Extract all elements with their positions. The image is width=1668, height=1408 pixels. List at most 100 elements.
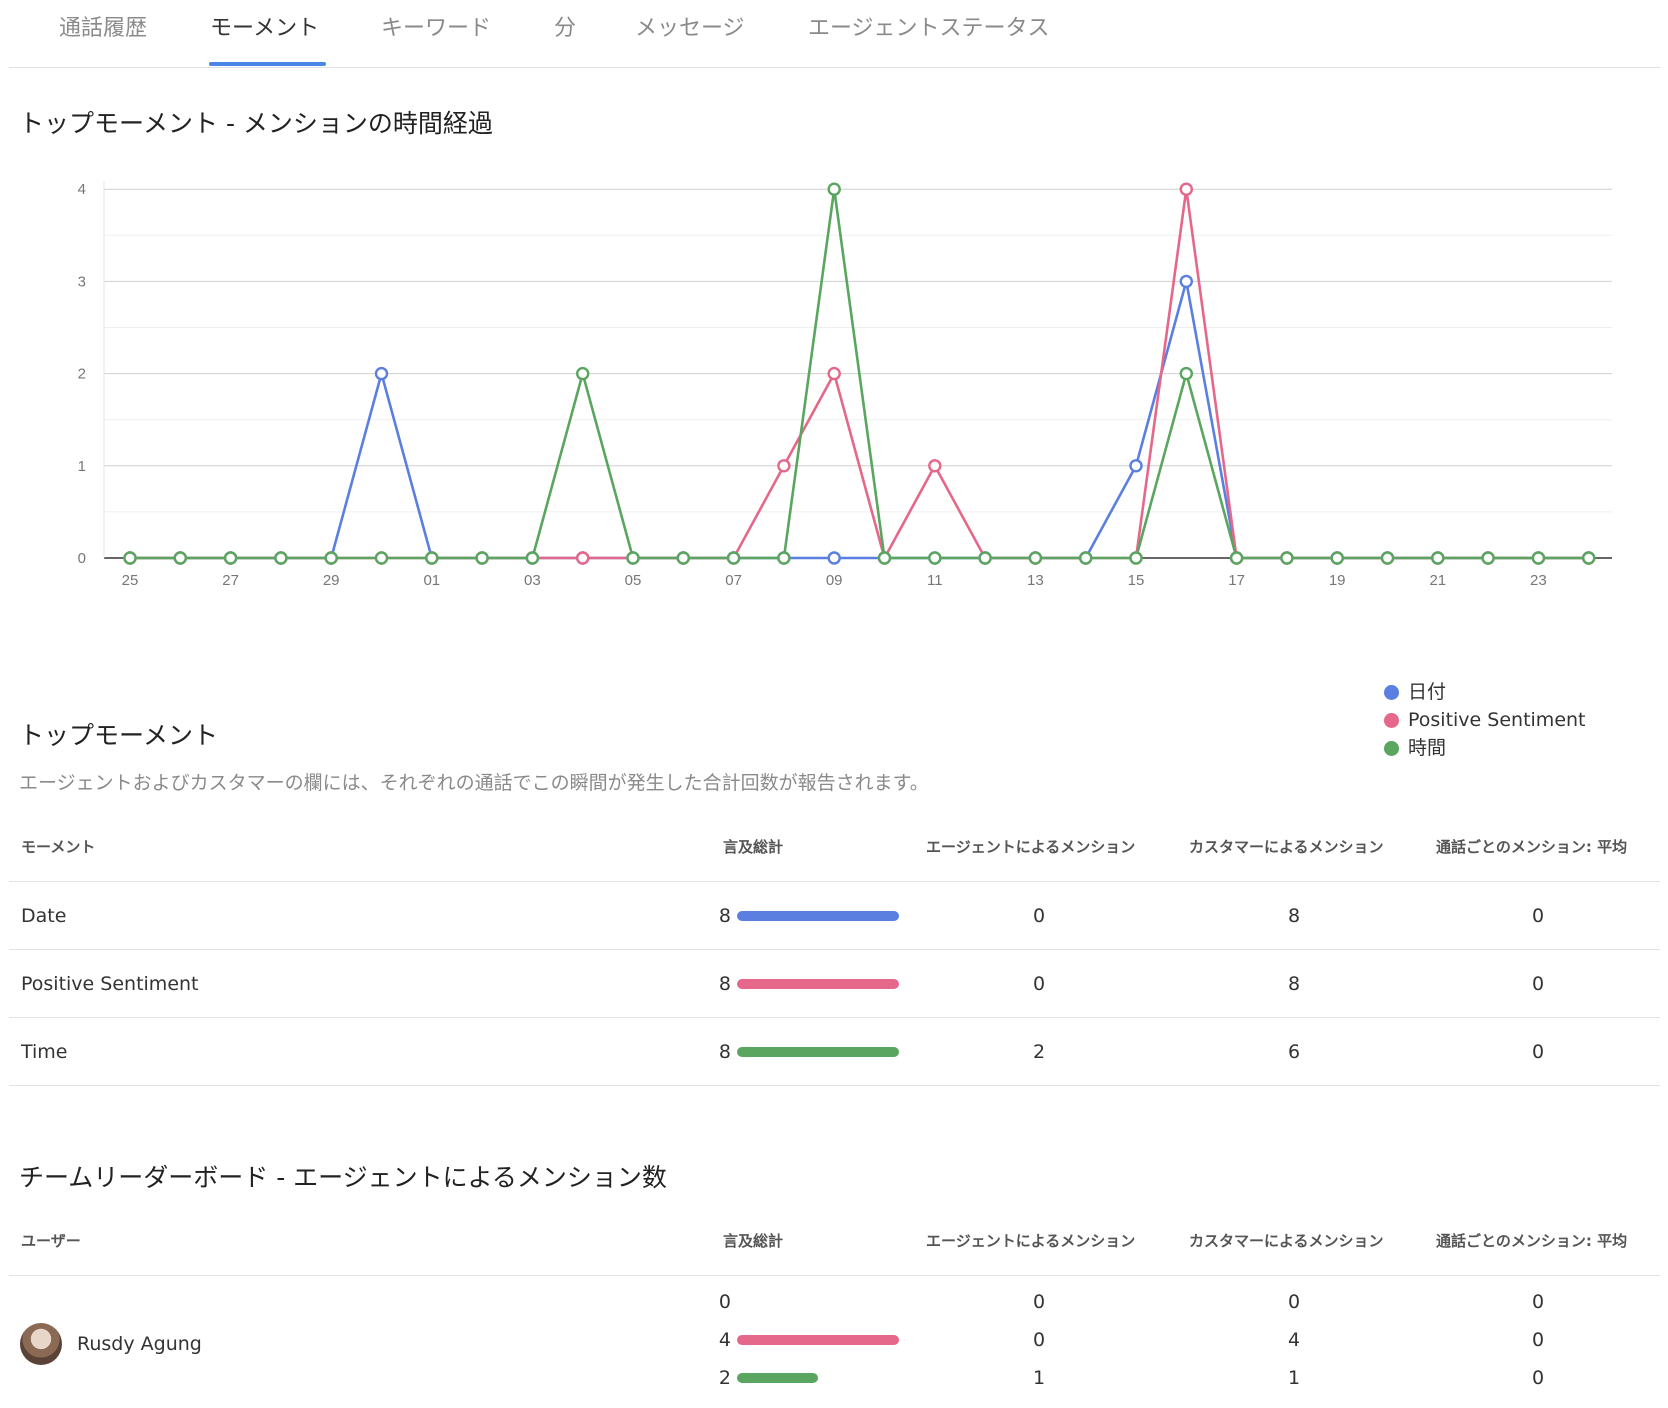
leaderboard-stat-row: 0 0 0 0: [9, 1283, 1660, 1321]
legend-label: Positive Sentiment: [1408, 709, 1586, 731]
data-point: [777, 551, 791, 565]
tab-bar: 通話履歴 モーメント キーワード 分 メッセージ エージェントステータス: [9, 0, 1660, 68]
data-point: [223, 551, 238, 565]
data-point: [726, 551, 741, 565]
total-mentions-bar: [737, 911, 899, 921]
data-point: [525, 551, 540, 565]
moment-name: Date: [21, 905, 67, 927]
avg-mentions: 0: [1531, 1041, 1545, 1063]
total-mentions: 8: [718, 905, 731, 927]
data-point: [1280, 551, 1294, 565]
x-tick-label: 05: [625, 572, 642, 589]
moments-table: モーメント 言及総計 エージェントによるメンション カスタマーによるメンション …: [9, 812, 1660, 1086]
total-mentions: 8: [718, 1041, 731, 1063]
x-tick-label: 19: [1329, 572, 1346, 589]
tab-call-history[interactable]: 通話履歴: [59, 10, 147, 42]
leaderboard-stat-row: 4 0 4 0: [9, 1321, 1660, 1359]
total-mentions: 2: [718, 1367, 731, 1389]
avg-mentions: 0: [1531, 973, 1545, 995]
data-point: [877, 551, 892, 565]
customer-mentions: 1: [1287, 1367, 1301, 1389]
data-point: [173, 551, 188, 565]
leaderboard-row[interactable]: Rusdy Agung 0 0 0 0 4 0 4 0 2 1 1 0: [9, 1276, 1660, 1408]
header-moment[interactable]: モーメント: [21, 812, 95, 882]
leaderboard-table: ユーザー 言及総計 エージェントによるメンション カスタマーによるメンション 通…: [9, 1206, 1660, 1408]
moments-subtitle: エージェントおよびカスタマーの欄には、それぞれの通話でこの瞬間が発生した合計回数…: [19, 772, 929, 794]
tab-minutes[interactable]: 分: [554, 10, 576, 42]
total-mentions-bar: [737, 1373, 818, 1383]
moment-name: Time: [21, 1041, 68, 1063]
y-tick-label: 4: [78, 181, 86, 198]
tab-moments[interactable]: モーメント: [210, 10, 319, 42]
table-row[interactable]: Date 8 0 8 0: [9, 882, 1660, 950]
data-point: [928, 459, 942, 473]
data-point: [827, 366, 841, 381]
data-point: [576, 551, 590, 565]
legend-dot-icon: [1384, 685, 1399, 700]
avg-mentions: 0: [1531, 905, 1545, 927]
header-customer-mentions[interactable]: カスタマーによるメンション: [1189, 812, 1384, 882]
data-point: [1179, 182, 1194, 196]
data-point: [1380, 551, 1395, 565]
y-tick-label: 2: [78, 366, 86, 383]
x-tick-label: 17: [1228, 572, 1245, 589]
data-point: [1179, 274, 1194, 289]
tab-messages[interactable]: メッセージ: [635, 10, 745, 42]
x-tick-label: 09: [826, 572, 843, 589]
header-customer-mentions[interactable]: カスタマーによるメンション: [1189, 1206, 1384, 1276]
x-tick-label: 21: [1429, 572, 1446, 589]
data-point: [626, 551, 640, 565]
x-tick-label: 23: [1530, 572, 1547, 589]
header-avg-mentions[interactable]: 通話ごとのメンション: 平均: [1436, 1206, 1627, 1276]
data-point: [374, 551, 389, 565]
legend-dot-icon: [1384, 741, 1399, 756]
data-point: [123, 551, 137, 565]
leaderboard-title: チームリーダーボード - エージェントによるメンション数: [19, 1163, 667, 1192]
moments-title: トップモーメント: [19, 721, 219, 750]
total-mentions-bar: [737, 1335, 899, 1345]
table-row[interactable]: Time 8 2 6 0: [9, 1018, 1660, 1086]
x-tick-label: 01: [423, 572, 440, 589]
agent-mentions: 1: [1032, 1367, 1046, 1389]
moment-name: Positive Sentiment: [21, 973, 199, 995]
avg-mentions: 0: [1531, 1329, 1545, 1351]
data-point: [1229, 551, 1244, 565]
legend-item-time[interactable]: 時間: [1384, 734, 1586, 762]
header-agent-mentions[interactable]: エージェントによるメンション: [926, 812, 1135, 882]
x-tick-label: 07: [725, 572, 742, 589]
total-mentions: 8: [718, 973, 731, 995]
tab-keywords[interactable]: キーワード: [381, 10, 491, 42]
x-tick-label: 15: [1128, 572, 1145, 589]
active-tab-indicator: [209, 62, 326, 66]
customer-mentions: 0: [1287, 1291, 1301, 1313]
agent-mentions: 0: [1032, 1291, 1046, 1313]
header-agent-mentions[interactable]: エージェントによるメンション: [926, 1206, 1135, 1276]
agent-mentions: 0: [1032, 1329, 1046, 1351]
header-user[interactable]: ユーザー: [21, 1206, 81, 1276]
tab-agent-status[interactable]: エージェントステータス: [808, 10, 1050, 42]
data-point: [1481, 551, 1495, 565]
header-avg-mentions[interactable]: 通話ごとのメンション: 平均: [1436, 812, 1627, 882]
agent-mentions: 0: [1032, 973, 1046, 995]
legend-dot-icon: [1384, 713, 1399, 728]
agent-mentions: 0: [1032, 905, 1046, 927]
x-tick-label: 13: [1027, 572, 1044, 589]
data-point: [1531, 551, 1546, 565]
data-point: [324, 551, 338, 565]
legend-item-positive-sentiment[interactable]: Positive Sentiment: [1384, 706, 1586, 734]
chart-legend: 日付 Positive Sentiment 時間: [1384, 678, 1586, 762]
data-point: [928, 551, 942, 565]
customer-mentions: 8: [1287, 905, 1301, 927]
x-tick-label: 11: [927, 572, 943, 589]
legend-item-date[interactable]: 日付: [1384, 678, 1586, 706]
data-point: [978, 551, 992, 565]
header-total[interactable]: 言及総計: [723, 812, 783, 882]
data-point: [1330, 551, 1344, 565]
total-mentions-bar: [737, 1047, 899, 1057]
x-tick-label: 29: [323, 572, 340, 589]
agent-mentions: 2: [1032, 1041, 1046, 1063]
x-tick-label: 03: [524, 572, 541, 589]
data-point: [1129, 551, 1143, 565]
header-total[interactable]: 言及総計: [723, 1206, 783, 1276]
table-row[interactable]: Positive Sentiment 8 0 8 0: [9, 950, 1660, 1018]
